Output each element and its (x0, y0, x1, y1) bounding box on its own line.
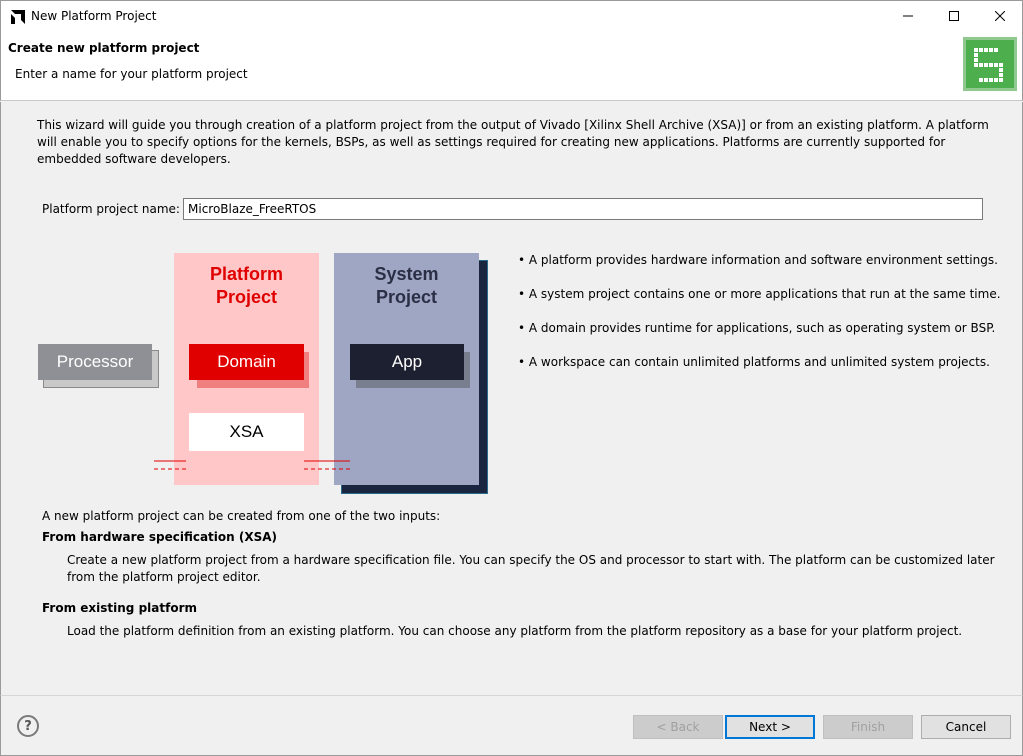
help-icon[interactable]: ? (17, 715, 39, 737)
page-subtitle: Enter a name for your platform project (15, 67, 248, 81)
wizard-content: This wizard will guide you through creat… (0, 102, 1023, 696)
wizard-banner-icon (963, 37, 1017, 91)
bullet-item: • A platform provides hardware informati… (518, 253, 998, 267)
maximize-icon (949, 11, 959, 21)
wizard-footer: ? < Back Next > Finish Cancel (0, 695, 1023, 756)
processor-box: Processor (38, 344, 152, 380)
bullet-item: • A domain provides runtime for applicat… (518, 321, 996, 335)
minimize-button[interactable] (885, 1, 931, 31)
project-name-input[interactable] (183, 198, 983, 220)
close-icon (995, 11, 1005, 21)
xsa-description-1: Create a new platform project from a har… (67, 553, 995, 567)
xsa-heading: From hardware specification (XSA) (42, 530, 278, 544)
window-title: New Platform Project (31, 9, 157, 23)
domain-box: Domain (189, 344, 304, 380)
cancel-button[interactable]: Cancel (921, 715, 1011, 739)
title-bar: New Platform Project (0, 0, 1023, 31)
project-name-label: Platform project name: (42, 202, 180, 216)
page-title: Create new platform project (8, 41, 200, 55)
wizard-header: Create new platform project Enter a name… (0, 31, 1023, 101)
maximize-button[interactable] (931, 1, 977, 31)
existing-platform-description: Load the platform definition from an exi… (67, 624, 963, 638)
xsa-description-2: from the platform project editor. (67, 570, 261, 584)
intro-text: This wizard will guide you through creat… (37, 118, 989, 166)
amd-arrow-icon (11, 10, 25, 24)
inputs-intro: A new platform project can be created fr… (42, 509, 441, 523)
existing-platform-heading: From existing platform (42, 601, 197, 615)
bullet-item: • A workspace can contain unlimited plat… (518, 355, 990, 369)
bullet-item: • A system project contains one or more … (518, 287, 1001, 301)
finish-button[interactable]: Finish (823, 715, 913, 739)
platform-diagram: Platform Project System Project Processor … (36, 250, 496, 495)
app-box: App (350, 344, 464, 380)
minimize-icon (903, 15, 913, 17)
xsa-box: XSA (189, 413, 304, 451)
close-button[interactable] (977, 1, 1023, 31)
next-button[interactable]: Next > (725, 715, 815, 739)
back-button[interactable]: < Back (633, 715, 723, 739)
